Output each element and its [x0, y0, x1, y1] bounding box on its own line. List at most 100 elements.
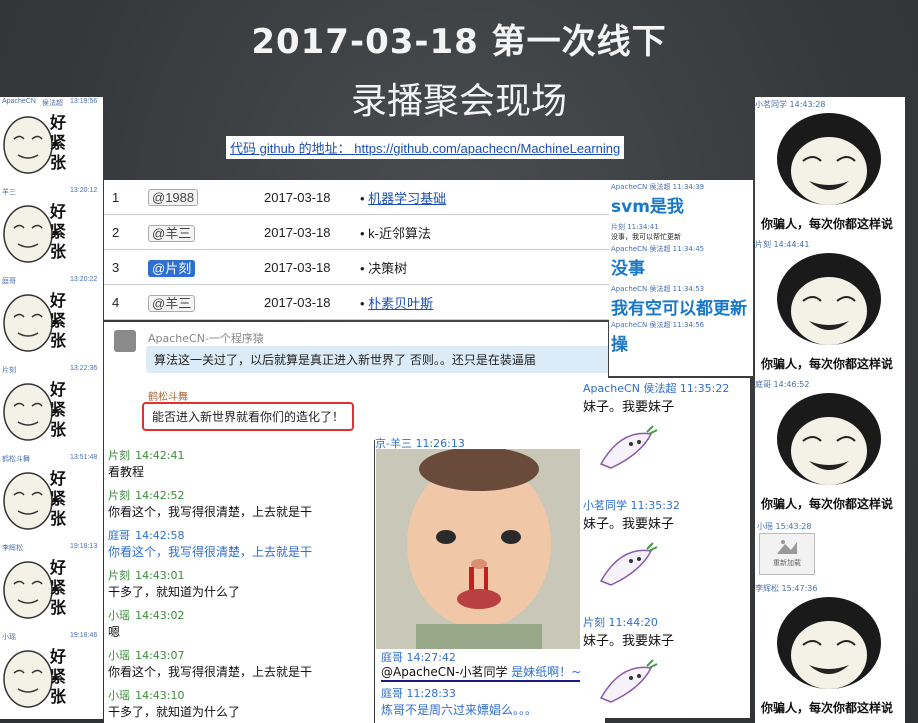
sender-name: ApacheCN-一个程序猿: [148, 332, 264, 345]
task-row: 3 @片刻 2017-03-18 • 决策树: [104, 249, 610, 285]
chat-sender: 庭哥: [108, 529, 130, 542]
task-row: 4 @羊三 2017-03-18 • 朴素贝叶斯: [104, 284, 610, 320]
chat-text: 你看这个，我写得很清楚，上去就是干: [108, 505, 313, 519]
far-right-sticker: 片刻 14:44:41 你骗人，每次你都这样说: [755, 239, 905, 377]
sticker-text: 好紧张: [50, 647, 67, 706]
sister-message: 片刻 11:44:20 妹子。我要妹子: [583, 614, 748, 718]
chat-time: 14:42:58: [135, 529, 185, 542]
nervous-face-icon: [3, 294, 53, 352]
nervous-face-icon: [3, 205, 53, 263]
task-assignee: @羊三: [140, 214, 256, 250]
task-date: 2017-03-18: [256, 284, 352, 320]
chat-text: 干多了，就知道为什么了: [108, 705, 241, 719]
radish-sticker-icon: [599, 659, 658, 703]
sticker-sender: 鹤松斗舞: [2, 456, 30, 463]
reload-button[interactable]: 重新加载: [759, 533, 815, 575]
chat-time: 14:43:01: [135, 569, 185, 582]
reply-1-msg: @ApacheCN-小茗同学: [381, 665, 508, 679]
sticker-sender: ApacheCN: [2, 98, 36, 105]
task-topic[interactable]: • 朴素贝叶斯: [352, 284, 610, 320]
mention-tag[interactable]: @羊三: [148, 294, 196, 312]
far-right-sticker: 小茗同学 14:43:28 你骗人，每次你都这样说: [755, 99, 905, 237]
chat-text: 干多了，就知道为什么了: [108, 585, 241, 599]
fr-caption: 你骗人，每次你都这样说: [761, 217, 894, 231]
far-right-sticker: 李辉松 15:47:36 你骗人，每次你都这样说: [755, 583, 905, 721]
far-right-column: 小茗同学 14:43:28 你骗人，每次你都这样说 片刻 14:44:41 你骗人，每…: [755, 97, 905, 723]
task-date: 2017-03-18: [256, 249, 352, 285]
github-link[interactable]: 代码 github 的地址： https://github.com/apache…: [226, 136, 625, 159]
sticker-item: 李辉松 19:18:13 好紧张: [0, 542, 103, 631]
left-sticker-column: ApacheCN 侯法超 13:19:56 好紧张 羊三 13:20:12 好紧张 庭哥 13:…: [0, 97, 103, 719]
sticker-item: 鹤松斗舞 13:51:48 好紧张: [0, 453, 103, 542]
sister-text: 妹子。我要妹子: [583, 517, 675, 532]
chat-time: 14:43:10: [135, 689, 185, 702]
sister-sender: 小茗同学 11:35:32: [583, 499, 680, 512]
sticker-item: 小瑶 19:18:46 好紧张: [0, 631, 103, 719]
task-row: 2 @羊三 2017-03-18 • k-近邻算法: [104, 214, 610, 250]
task-assignee: @羊三: [140, 284, 256, 320]
sticker-item: ApacheCN 侯法超 13:19:56 好紧张: [0, 97, 103, 186]
chat-message: 片刻 14:42:52 你看这个，我写得很清楚，上去就是干: [108, 484, 370, 520]
task-topic-text: k-近邻算法: [368, 225, 432, 241]
rm-message: ApacheCN 侯法超 11:34:39 svm是我: [611, 182, 751, 217]
sticker-item: 羊三 13:20:12 好紧张: [0, 186, 103, 275]
rm-sender: ApacheCN 侯法超 11:34:45: [611, 245, 705, 253]
chat-message: 片刻 14:43:01 干多了，就知道为什么了: [108, 564, 370, 600]
radish-sticker-icon: [599, 542, 658, 586]
task-topic-text[interactable]: 机器学习基础: [368, 191, 446, 206]
reload-label: 重新加载: [773, 559, 801, 567]
task-topic[interactable]: • 机器学习基础: [352, 180, 610, 215]
sticker-item: 庭哥 13:20:22 好紧张: [0, 275, 103, 364]
chat-bubble: 算法这一关过了，以后就算是真正进入新世界了 否则。。还只是在装逼届: [146, 346, 608, 373]
sender-name-2: 鹤松斗舞: [148, 392, 188, 403]
sticker-time: 19:18:13: [70, 543, 98, 550]
task-index: 4: [104, 284, 140, 320]
baby-photo: [376, 449, 582, 649]
chat-message: 片刻 14:42:41 看教程: [108, 444, 370, 480]
sister-message: ApacheCN 侯法超 11:35:22 妹子。我要妹子: [583, 380, 748, 495]
github-label: 代码 github 的地址：: [230, 141, 351, 156]
chat-log: 片刻 14:42:41 看教程片刻 14:42:52 你看这个，我写得很清楚，上去就…: [104, 440, 374, 723]
sticker-sender: 羊三: [2, 189, 16, 196]
task-topic-text[interactable]: 朴素贝叶斯: [368, 296, 433, 311]
rm-sender: ApacheCN 侯法超 11:34:56: [611, 321, 705, 329]
avatar: [114, 330, 136, 352]
sticker-text: 好紧张: [50, 291, 67, 350]
reply-2-msg: 炼哥不是周六过来嫖娼么。。。: [381, 703, 538, 717]
sticker-sender: 李辉松: [2, 545, 23, 552]
mention-tag[interactable]: @片刻: [148, 259, 196, 277]
chat-time: 14:42:52: [135, 489, 185, 502]
crying-face-icon: [777, 393, 881, 485]
reply-1-link: 是妹纸啊！~: [511, 665, 582, 679]
chat-sender: 小瑶: [108, 609, 130, 622]
crying-face-icon: [777, 597, 881, 689]
rm-message: ApacheCN 侯法超 11:34:45 没事: [611, 244, 751, 279]
sticker-user: 侯法超: [42, 100, 63, 107]
nervous-face-icon: [3, 650, 53, 708]
right-mid-chat: ApacheCN 侯法超 11:34:39 svm是我 片刻 11:34:41 没事，…: [609, 180, 753, 376]
sticker-time: 13:22:36: [70, 365, 98, 372]
task-topic: • k-近邻算法: [352, 214, 610, 250]
crying-face-icon: [777, 113, 881, 205]
chat-message: 小瑶 14:43:07 你看这个，我写得很清楚，上去就是干: [108, 644, 370, 680]
reply-2-name: 庭哥 11:28:33: [381, 687, 456, 700]
rm-text: 操: [611, 335, 628, 355]
chat-sender: 片刻: [108, 489, 130, 502]
rm-message: ApacheCN 侯法超 11:34:53 我有空可以都更新: [611, 284, 751, 319]
page-title: 2017-03-18 第一次线下: [251, 22, 667, 62]
sticker-time: 13:20:12: [70, 187, 98, 194]
sticker-text: 好紧张: [50, 558, 67, 617]
mention-tag[interactable]: @1988: [148, 188, 199, 206]
sticker-text: 好紧张: [50, 113, 67, 172]
mention-tag[interactable]: @羊三: [148, 224, 196, 242]
task-row: 1 @1988 2017-03-18 • 机器学习基础: [104, 180, 610, 215]
fr-caption: 你骗人，每次你都这样说: [761, 701, 894, 715]
task-table: 1 @1988 2017-03-18 • 机器学习基础 2 @羊三 2017-03-18 • …: [104, 180, 610, 320]
sister-chat: ApacheCN 侯法超 11:35:22 妹子。我要妹子 小茗同学 11:35:3…: [580, 378, 750, 718]
task-topic: • 决策树: [352, 249, 610, 285]
sticker-sender: 庭哥: [2, 278, 16, 285]
sister-message: 小茗同学 11:35:32 妹子。我要妹子: [583, 497, 748, 612]
github-url[interactable]: https://github.com/apachecn/MachineLearn…: [354, 141, 620, 156]
chat-sender: 片刻: [108, 569, 130, 582]
sticker-sender: 片刻: [2, 367, 16, 374]
